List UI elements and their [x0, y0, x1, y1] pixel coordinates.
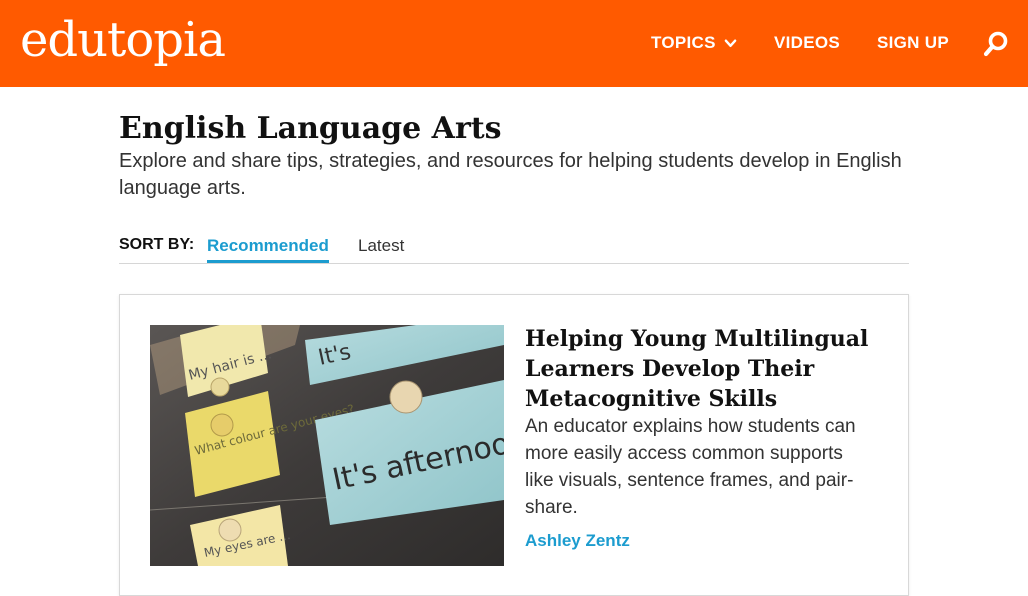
nav-signup[interactable]: SIGN UP — [877, 33, 949, 53]
sort-tab-recommended[interactable]: Recommended — [207, 236, 329, 263]
article-description: An educator explains how students can mo… — [525, 416, 856, 518]
article-title[interactable]: Helping Young Multilingual Learners Deve… — [525, 324, 880, 414]
sort-tab-latest[interactable]: Latest — [358, 236, 404, 256]
chevron-down-icon — [724, 39, 737, 47]
sort-label: SORT BY: — [119, 236, 195, 253]
page-description: Explore and share tips, strategies, and … — [119, 150, 902, 199]
nav-topics-label: TOPICS — [651, 33, 716, 52]
site-header: edutopia TOPICS VIDEOS SIGN UP — [0, 0, 1028, 87]
nav-videos[interactable]: VIDEOS — [774, 33, 840, 53]
article-author[interactable]: Ashley Zentz — [525, 531, 630, 551]
sort-bar: SORT BY: Recommended Latest — [119, 234, 909, 264]
nav-topics[interactable]: TOPICS — [651, 33, 737, 53]
page-title: English Language Arts — [119, 111, 502, 146]
article-image[interactable]: My hair is ... What colour are your eyes… — [150, 325, 504, 566]
article-card: My hair is ... What colour are your eyes… — [119, 294, 909, 596]
edutopia-logo[interactable]: edutopia — [20, 12, 226, 68]
search-icon[interactable] — [982, 30, 1010, 58]
classroom-wall-photo: My hair is ... What colour are your eyes… — [150, 325, 504, 566]
